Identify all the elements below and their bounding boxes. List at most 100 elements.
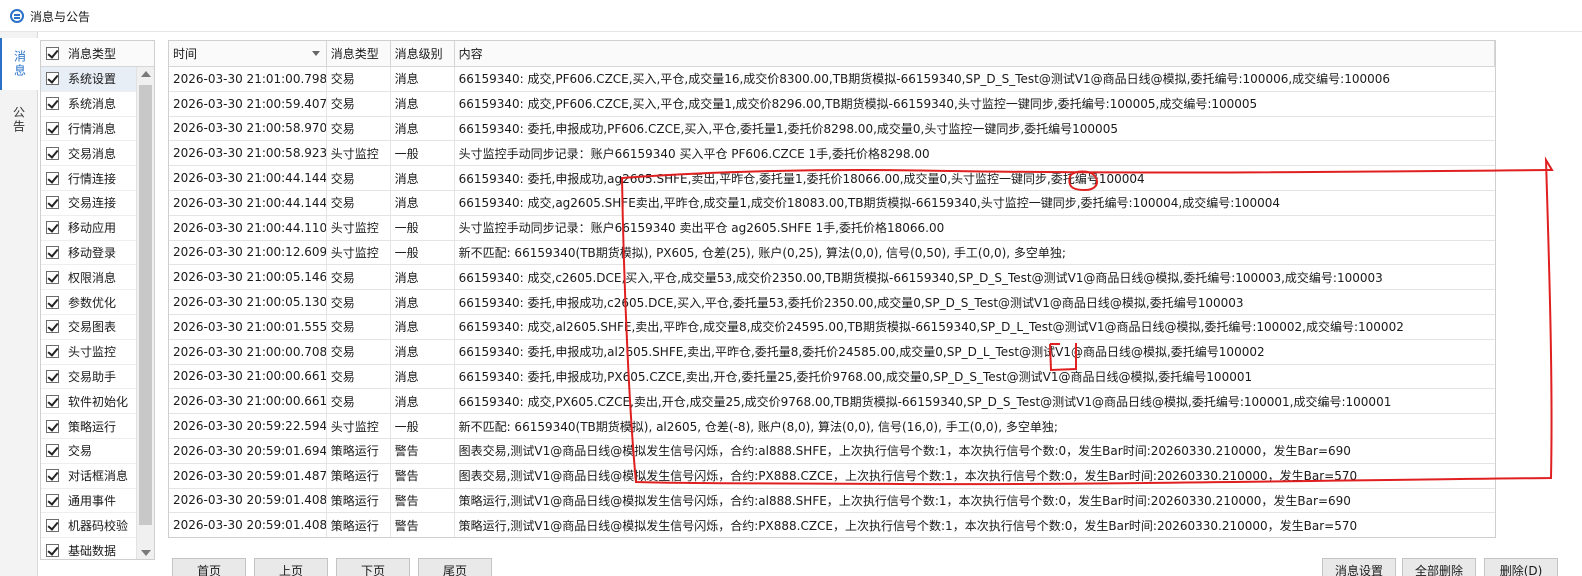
table-row[interactable]: 2026-03-30 21:01:00.798 交易 消息 66159340: 成交,… [169,67,1495,92]
checkbox[interactable] [46,543,59,557]
cell-type: 交易 [327,290,391,314]
message-settings-button[interactable]: 消息设置 [1322,558,1396,576]
cell-type: 头寸监控 [327,215,391,240]
checkbox[interactable] [46,394,59,408]
checkbox[interactable] [46,245,59,259]
message-type-label: 交易助手 [68,369,117,384]
cell-content: 策略运行,测试V1@商品日线@模拟发生信号闪烁，合约:PX888.CZCE，上次… [458,518,1358,533]
column-header-time-label: 时间 [173,47,198,61]
column-header-level[interactable]: 消息级别 [391,41,455,66]
cell-level: 消息 [391,314,455,339]
checkbox[interactable] [46,469,59,483]
message-type-label: 对话框消息 [68,469,129,484]
table-row[interactable]: 2026-03-30 21:00:44.110 头寸监控 一般 头寸监控手动同步记录：… [169,215,1495,241]
tab-messages[interactable]: 消息 [0,38,38,90]
checkbox[interactable] [46,270,59,284]
table-row[interactable]: 2026-03-30 21:00:00.661 交易 消息 66159340: 委托,… [169,364,1495,390]
message-type-header: 消息类型 [41,41,154,67]
cell-time: 2026-03-30 20:59:01.408 [169,488,327,513]
cell-time: 2026-03-30 21:00:05.130 [169,290,327,314]
table-row[interactable]: 2026-03-30 20:59:01.408 策略运行 警告 策略运行,测试V1@商… [169,513,1495,537]
column-header-type[interactable]: 消息类型 [327,41,391,66]
cell-type: 头寸监控 [327,240,391,265]
cell-level: 消息 [391,265,455,290]
cell-content: 策略运行,测试V1@商品日线@模拟发生信号闪烁，合约:al888.SHFE，上次… [458,493,1351,508]
first-page-button[interactable]: 首页 [172,558,246,576]
table-row[interactable]: 2026-03-30 21:00:59.407 交易 消息 66159340: 成交,… [169,91,1495,117]
cell-time: 2026-03-30 20:59:01.408 [169,513,327,537]
cell-level: 警告 [391,488,455,513]
checkbox[interactable] [46,97,59,111]
sort-desc-icon [311,51,320,56]
cell-time: 2026-03-30 21:00:05.146 [169,265,327,290]
cell-level: 一般 [391,414,455,438]
message-table: 时间 消息类型 消息级别 内容 2026-03-30 21:01:00.798 交… [168,40,1496,538]
checkbox[interactable] [46,221,59,235]
checkbox[interactable] [46,72,59,86]
table-row[interactable]: 2026-03-30 21:00:00.708 交易 消息 66159340: 委托,… [169,339,1495,365]
cell-content: 66159340: 委托,申报成功,PF606.CZCE,买入,平仓,委托量1,… [458,121,1118,136]
message-type-label: 交易图表 [68,320,117,335]
table-body: 2026-03-30 21:01:00.798 交易 消息 66159340: 成交,… [169,67,1495,537]
table-row[interactable]: 2026-03-30 21:00:00.661 交易 消息 66159340: 成交,… [169,389,1495,415]
checkbox[interactable] [46,146,59,160]
delete-all-button[interactable]: 全部删除 [1402,558,1476,576]
cell-type: 交易 [327,364,391,389]
cell-time: 2026-03-30 20:59:01.487 [169,463,327,488]
table-row[interactable]: 2026-03-30 21:00:44.144 交易 消息 66159340: 委托,… [169,166,1495,191]
cell-content: 66159340: 成交,ag2605.SHFE卖出,平昨仓,成交量1,成交价1… [458,196,1281,211]
cell-content: 66159340: 委托,申报成功,PX605.CZCE,卖出,开仓,委托量25… [458,369,1253,384]
last-page-button[interactable]: 尾页 [418,558,492,576]
cell-time: 2026-03-30 21:00:44.110 [169,215,327,240]
table-row[interactable]: 2026-03-30 21:00:58.970 交易 消息 66159340: 委托,… [169,116,1495,142]
column-header-time[interactable]: 时间 [169,41,327,66]
checkbox[interactable] [46,171,59,185]
cell-type: 交易 [327,116,391,141]
message-type-label: 行情消息 [68,121,117,136]
table-row[interactable]: 2026-03-30 20:59:01.694 策略运行 警告 图表交易,测试V1@商… [169,438,1495,464]
message-type-scrollbar[interactable] [136,67,154,559]
checkbox[interactable] [46,345,59,359]
table-row[interactable]: 2026-03-30 20:59:01.487 策略运行 警告 图表交易,测试V1@商… [169,463,1495,489]
tab-announcements[interactable]: 公告 [0,94,38,146]
cell-type: 头寸监控 [327,141,391,166]
cell-level: 消息 [391,67,455,91]
checkbox[interactable] [46,518,59,532]
table-row[interactable]: 2026-03-30 21:00:58.923 头寸监控 一般 头寸监控手动同步记录：… [169,141,1495,167]
checkbox[interactable] [46,295,59,309]
table-row[interactable]: 2026-03-30 21:00:05.130 交易 消息 66159340: 委托,… [169,290,1495,315]
title-bar: 消息与公告 [0,0,1582,32]
table-row[interactable]: 2026-03-30 21:00:12.609 头寸监控 一般 新不匹配: 66159… [169,240,1495,266]
scroll-down-icon[interactable] [141,550,151,556]
checkbox[interactable] [46,320,59,334]
cell-level: 消息 [391,339,455,364]
cell-type: 策略运行 [327,513,391,537]
next-page-button[interactable]: 下页 [336,558,410,576]
checkbox[interactable] [46,493,59,507]
scroll-thumb[interactable] [139,85,152,525]
table-row[interactable]: 2026-03-30 21:00:01.555 交易 消息 66159340: 成交,… [169,314,1495,340]
message-type-label: 交易 [68,444,93,459]
table-row[interactable]: 2026-03-30 21:00:44.144 交易 消息 66159340: 成交,… [169,190,1495,216]
checkbox[interactable] [46,121,59,135]
checkbox[interactable] [46,444,59,458]
checkbox[interactable] [46,369,59,383]
table-row[interactable]: 2026-03-30 20:59:22.594 头寸监控 一般 新不匹配: 66159… [169,414,1495,439]
prev-page-button[interactable]: 上页 [254,558,328,576]
cell-time: 2026-03-30 21:00:00.661 [169,389,327,414]
checkbox[interactable] [46,196,59,210]
delete-button[interactable]: 删除(D) [1484,558,1558,576]
table-row[interactable]: 2026-03-30 20:59:01.408 策略运行 警告 策略运行,测试V1@商… [169,488,1495,514]
cell-level: 消息 [391,91,455,116]
cell-type: 交易 [327,91,391,116]
cell-content: 头寸监控手动同步记录：账户66159340 买入平仓 PF606.CZCE 1手… [458,146,930,161]
column-header-content[interactable]: 内容 [455,41,1495,66]
table-row[interactable]: 2026-03-30 21:00:05.146 交易 消息 66159340: 成交,… [169,265,1495,291]
checkbox[interactable] [46,419,59,433]
cell-level: 消息 [391,116,455,141]
cell-type: 头寸监控 [327,414,391,438]
cell-level: 消息 [391,364,455,389]
select-all-checkbox[interactable] [46,47,59,60]
scroll-up-icon[interactable] [141,71,151,77]
cell-time: 2026-03-30 20:59:22.594 [169,414,327,438]
